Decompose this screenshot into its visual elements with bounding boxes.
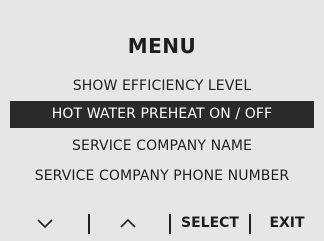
down-button[interactable] xyxy=(33,208,57,238)
softkey-divider xyxy=(88,214,90,234)
menu-item-show-efficiency-level[interactable]: SHOW EFFICIENCY LEVEL xyxy=(0,71,324,101)
softkey-divider xyxy=(249,214,251,234)
exit-button[interactable]: EXIT xyxy=(259,208,315,238)
select-button[interactable]: SELECT xyxy=(176,208,244,238)
softkey-bar: SELECT EXIT xyxy=(0,208,324,238)
chevron-down-icon xyxy=(37,219,53,229)
menu-title: MENU xyxy=(127,34,197,58)
menu-item-hot-water-preheat[interactable]: HOT WATER PREHEAT ON / OFF xyxy=(10,101,314,128)
up-button[interactable] xyxy=(116,208,140,238)
softkey-divider xyxy=(169,214,171,234)
menu-item-service-company-name[interactable]: SERVICE COMPANY NAME xyxy=(0,131,324,161)
chevron-up-icon xyxy=(120,218,136,228)
menu-item-service-company-phone[interactable]: SERVICE COMPANY PHONE NUMBER xyxy=(0,161,324,191)
menu-list: SHOW EFFICIENCY LEVEL HOT WATER PREHEAT … xyxy=(0,71,324,191)
